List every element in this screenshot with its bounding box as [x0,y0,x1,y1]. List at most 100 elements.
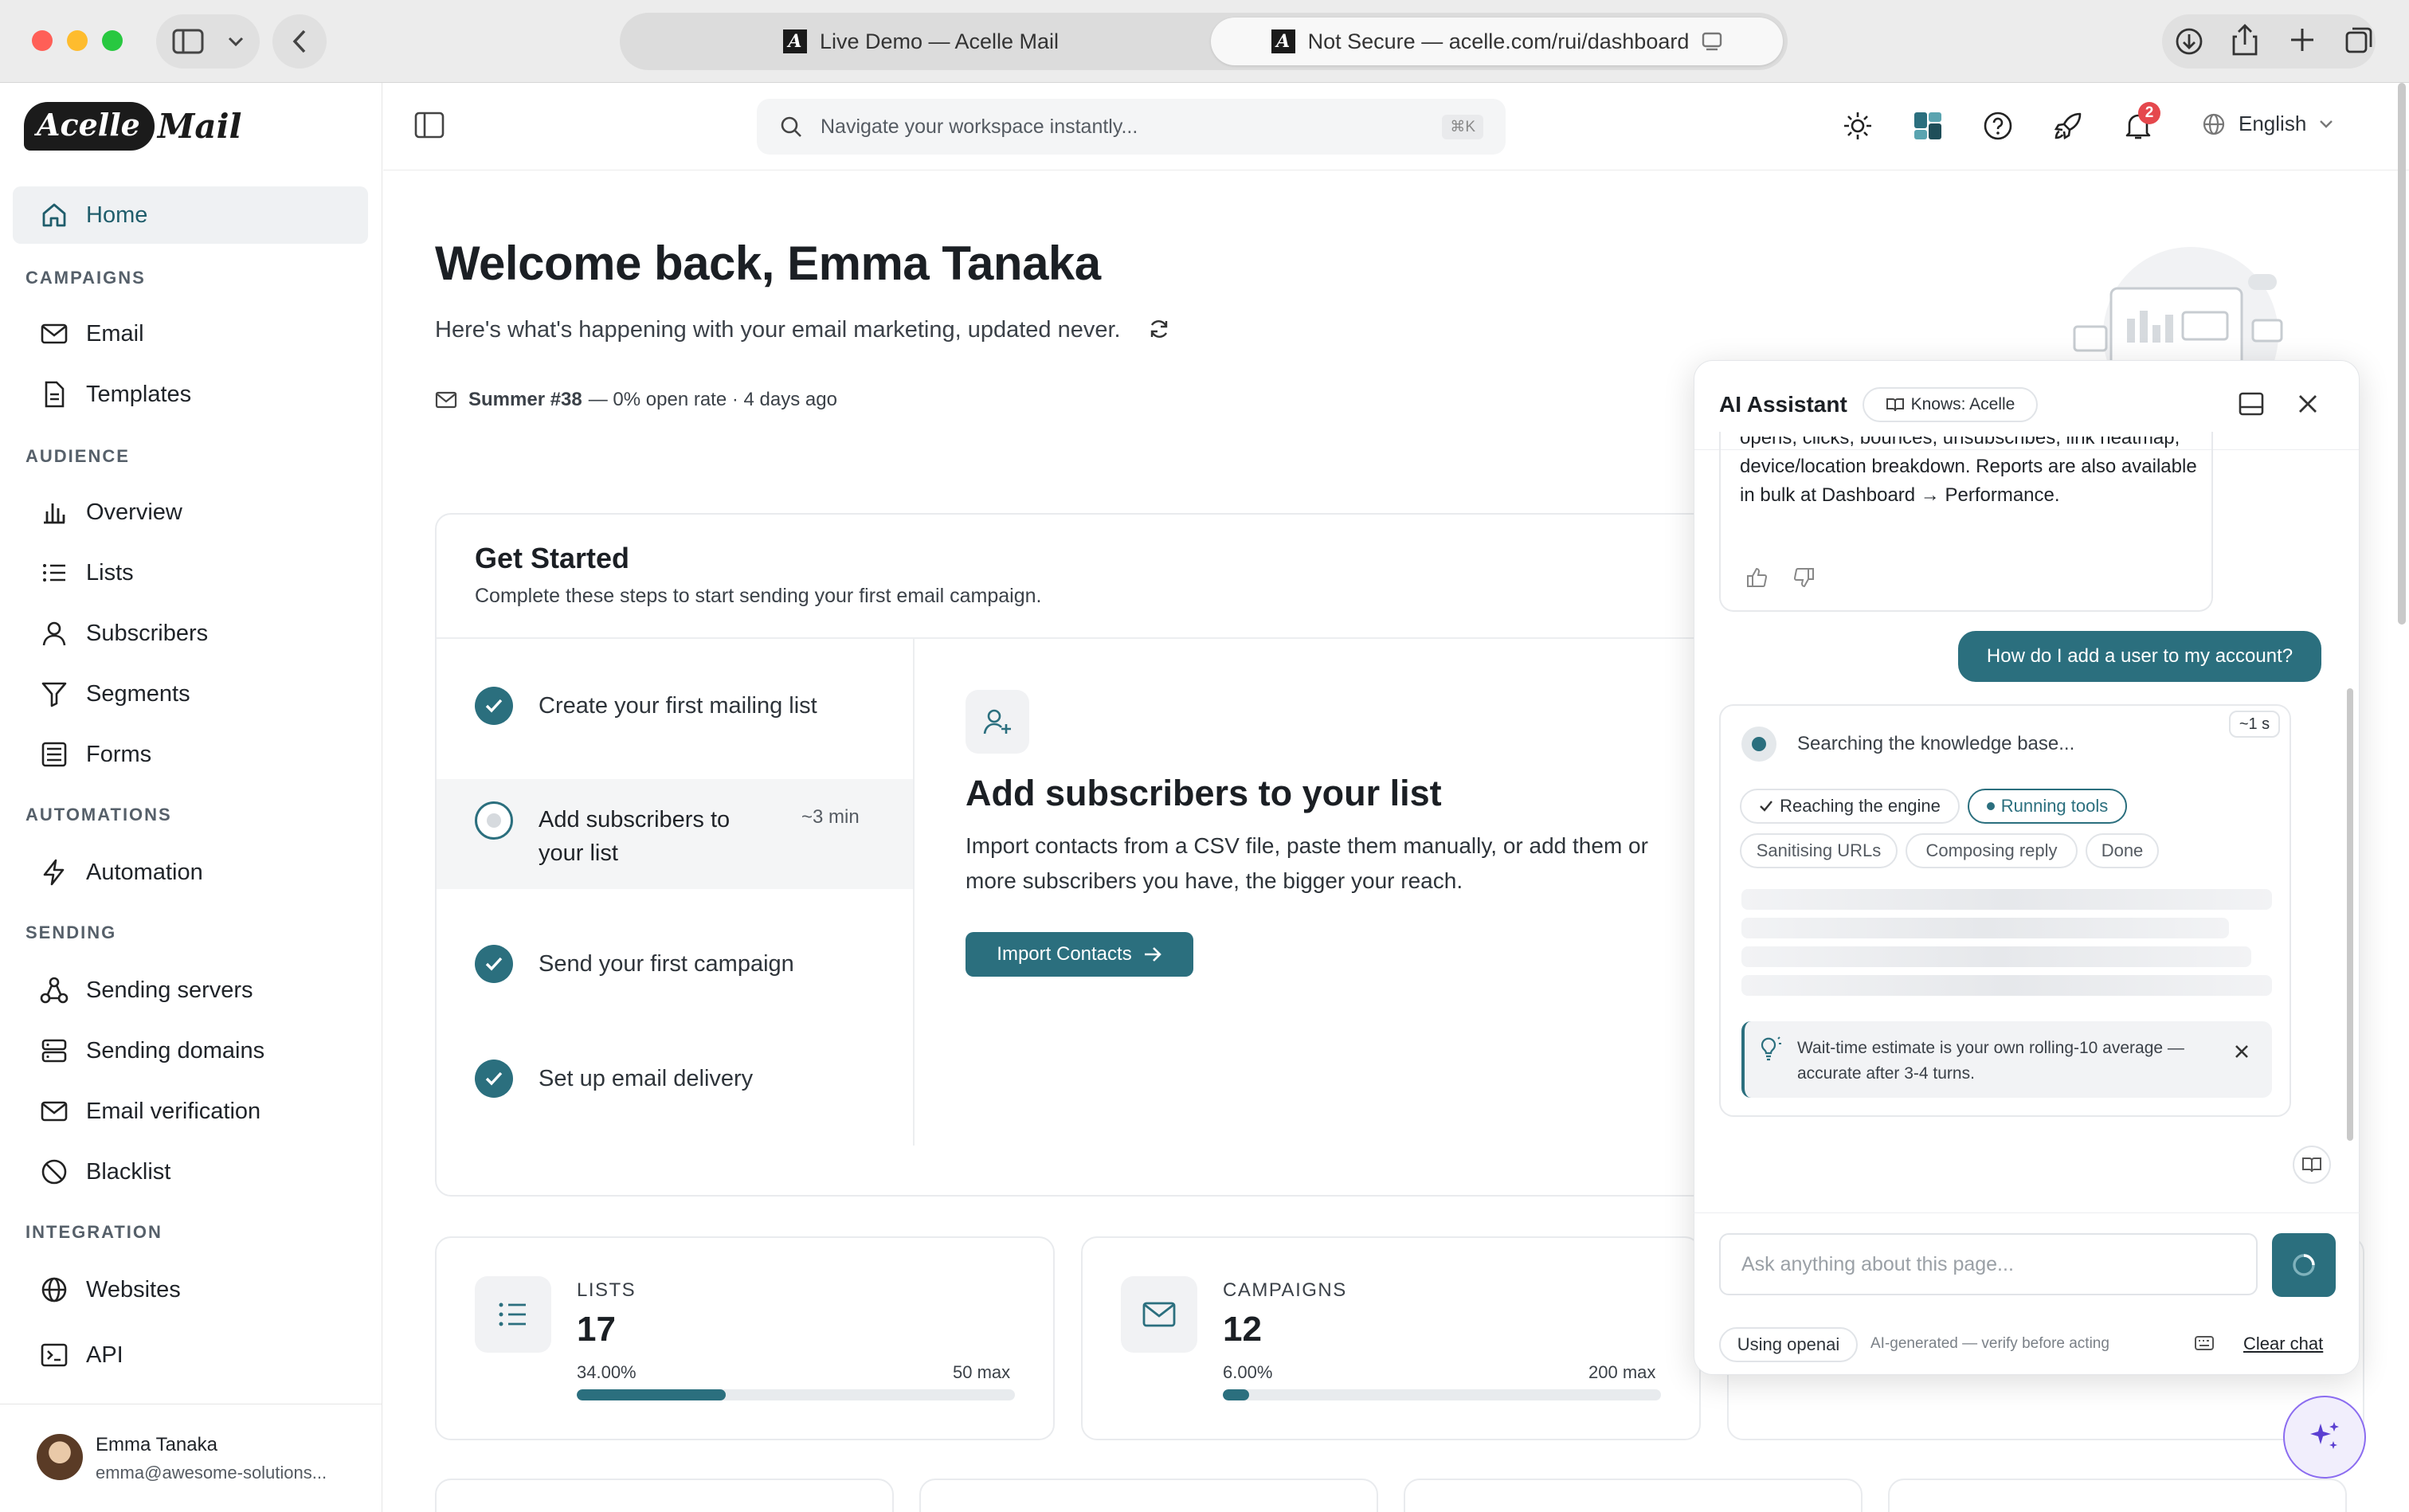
stat-progress [1223,1389,1661,1400]
send-button[interactable] [2272,1233,2336,1297]
sidebar-item-email[interactable]: Email [13,305,368,362]
search-input[interactable]: Navigate your workspace instantly... ⌘K [757,99,1506,155]
page-title: Welcome back, Emma Tanaka [435,237,1101,290]
user-name[interactable]: Emma Tanaka [96,1434,217,1456]
launch-button[interactable] [2049,107,2087,145]
summary-card [1404,1479,1863,1512]
recent-campaign-name: Summer #38 [468,389,582,410]
sidebar-item-label: Blacklist [86,1158,171,1185]
step-create-list[interactable]: Create your first mailing list [437,690,913,722]
zoom-window-button[interactable] [102,30,123,51]
book-icon [1886,398,1904,412]
detail-text-line1: Import contacts from a CSV file, paste t… [966,833,1648,858]
sidebar-item-home[interactable]: Home [13,186,368,244]
logo-text-right: Mail [157,107,242,146]
thumbs-down-icon[interactable] [1792,567,1815,588]
step-add-subscribers[interactable]: Add subscribers to your list [539,803,778,870]
import-contacts-button[interactable]: Import Contacts [966,932,1193,977]
add-user-icon-tile [966,690,1029,754]
get-started-subtitle: Complete these steps to start sending yo… [475,585,1042,607]
document-icon [45,381,65,408]
step-send-campaign[interactable]: Send your first campaign [437,948,913,980]
sidebar-item-overview[interactable]: Overview [13,484,368,541]
input-divider [1694,1212,2360,1213]
help-button[interactable] [1979,107,2017,145]
dock-panel-icon[interactable] [2239,392,2264,416]
avatar[interactable] [37,1434,83,1480]
language-label: English [2239,112,2307,135]
sidebar-item-segments[interactable]: Segments [13,665,368,723]
sidebar-item-blacklist[interactable]: Blacklist [13,1143,368,1201]
reader-icon[interactable] [1702,31,1722,52]
button-label: Import Contacts [997,943,1132,965]
knows-label: Knows: Acelle [1910,395,2015,413]
step-eta: ~3 min [801,806,860,828]
sidebar-item-label: Lists [86,559,134,586]
thumbs-up-icon[interactable] [1746,567,1769,588]
sidebar-item-forms[interactable]: Forms [13,726,368,783]
tab-live-demo[interactable]: A Live Demo — Acelle Mail [626,18,1216,65]
stat-percent: 34.00% [577,1362,637,1382]
close-icon[interactable] [2234,1044,2250,1060]
panel-toggle-icon[interactable] [414,112,445,139]
active-dot-icon [1986,802,1995,810]
card-divider [437,637,1741,639]
tab-overview-icon[interactable] [2345,25,2374,54]
step-email-delivery[interactable]: Set up email delivery [437,1063,913,1095]
stat-progress [577,1389,1015,1400]
ai-assistant-fab[interactable] [2283,1396,2366,1479]
rocket-icon [2054,112,2082,140]
sidebar-item-label: API [86,1342,123,1368]
keyboard-icon[interactable] [2194,1335,2215,1351]
chevron-down-icon [228,37,244,47]
back-button[interactable] [272,14,327,69]
stage-chip: Sanitising URLs [1740,833,1898,868]
new-tab-icon[interactable] [2290,27,2315,53]
page-scrollbar[interactable] [2398,83,2406,625]
globe-icon [41,1277,67,1302]
sidebar-item-lists[interactable]: Lists [13,544,368,601]
lightbulb-icon [1761,1036,1781,1061]
close-icon[interactable] [2297,394,2318,414]
share-icon[interactable] [2231,24,2259,56]
chat-input[interactable]: Ask anything about this page... [1719,1233,2258,1295]
stage-chip: Done [2086,833,2159,868]
network-icon [40,977,69,1004]
knows-badge: Knows: Acelle [1863,387,2038,422]
sidebar-item-sending-domains[interactable]: Sending domains [13,1022,368,1079]
sidebar-item-sending-servers[interactable]: Sending servers [13,962,368,1019]
sidebar-item-api[interactable]: API [13,1326,368,1384]
loading-spinner-icon [2293,1254,2315,1276]
minimize-window-button[interactable] [67,30,88,51]
stat-label: CAMPAIGNS [1223,1279,1347,1301]
step-label: Send your first campaign [539,950,794,977]
acelle-mail-logo[interactable]: Acelle Mail [24,102,241,151]
book-icon [2302,1158,2321,1173]
provider-badge[interactable]: Using openai [1719,1327,1858,1362]
notification-badge: 2 [2138,102,2160,124]
clear-chat-link[interactable]: Clear chat [2243,1334,2323,1354]
sidebar-item-email-verification[interactable]: Email verification [13,1083,368,1140]
sidebar-item-subscribers[interactable]: Subscribers [13,605,368,662]
download-icon[interactable] [2175,27,2203,56]
refresh-icon[interactable] [1148,318,1170,340]
sources-button[interactable] [2293,1146,2331,1184]
tab-dashboard[interactable]: A Not Secure — acelle.com/rui/dashboard [1211,18,1783,65]
sidebar-item-websites[interactable]: Websites [13,1261,368,1318]
list-icon [475,1276,551,1353]
stat-percent: 6.00% [1223,1362,1273,1382]
section-sending: SENDING [25,922,117,942]
theme-toggle-button[interactable] [1839,107,1877,145]
sidebar-item-label: Websites [86,1276,181,1302]
sidebar-toggle-button[interactable] [156,14,260,69]
stat-label: LISTS [577,1279,637,1301]
recent-campaign[interactable]: Summer #38 — 0% open rate · 4 days ago [435,389,837,411]
close-window-button[interactable] [32,30,53,51]
tip-text: Wait-time estimate is your own rolling-1… [1797,1039,2184,1083]
app-switcher-button[interactable] [1909,107,1947,145]
mail-icon [435,391,457,409]
language-select[interactable]: English [2202,112,2333,136]
sidebar-item-automation[interactable]: Automation [13,844,368,901]
chat-scrollbar[interactable] [2347,688,2353,1141]
sidebar-item-templates[interactable]: Templates [13,366,368,423]
